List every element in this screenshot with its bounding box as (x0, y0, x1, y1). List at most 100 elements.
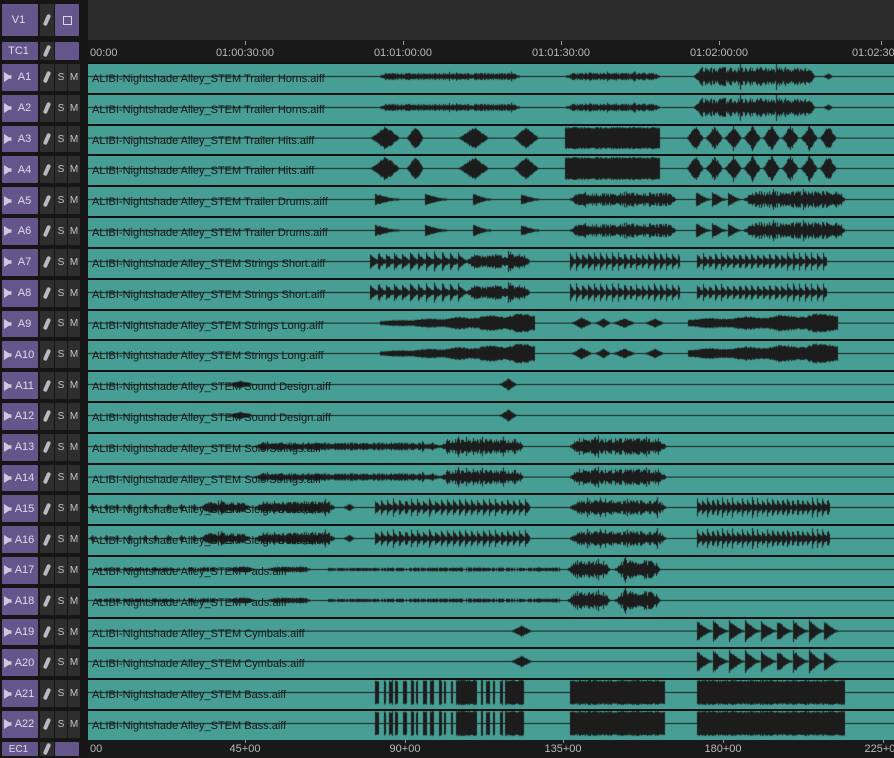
mute-button-a13[interactable]: M (68, 434, 80, 461)
pen-tool-cell-a16[interactable] (40, 526, 54, 553)
mute-button-a19[interactable]: M (68, 619, 80, 646)
pen-tool-cell-a6[interactable] (40, 218, 54, 245)
mute-button-a7[interactable]: M (68, 249, 80, 276)
pen-tool-cell-a13[interactable] (40, 434, 54, 461)
audio-clip-a4[interactable]: ALIBI-Nightshade Alley_STEM Trailer Hits… (88, 154, 894, 185)
solo-button-a21[interactable]: S (55, 680, 67, 707)
pen-tool-cell-a20[interactable] (40, 649, 54, 676)
pen-tool-cell-a8[interactable] (40, 280, 54, 307)
pen-tool-cell-tc1[interactable] (40, 42, 54, 60)
track-selector-a6[interactable]: A6 (2, 218, 38, 245)
audio-clip-a17[interactable]: ALIBI-Nightshade Alley_STEM Pads.aiff (88, 555, 894, 586)
audio-clip-a13[interactable]: ALIBI-Nightshade Alley_STEM Solo Strings… (88, 432, 894, 463)
pen-tool-cell-a21[interactable] (40, 680, 54, 707)
pen-tool-cell-a4[interactable] (40, 156, 54, 183)
audio-clip-a16[interactable]: ALIBI-Nightshade Alley_STEM Sleigh Bells… (88, 524, 894, 555)
video-track-lane-v1[interactable] (88, 0, 894, 40)
solo-button-a10[interactable]: S (55, 341, 67, 368)
mute-button-a1[interactable]: M (68, 64, 80, 91)
track-selector-a14[interactable]: A14 (2, 465, 38, 492)
mute-button-a6[interactable]: M (68, 218, 80, 245)
pen-tool-cell-a22[interactable] (40, 711, 54, 738)
mute-button-a22[interactable]: M (68, 711, 80, 738)
record-toggle-v1[interactable] (55, 4, 79, 36)
pen-tool-cell-a3[interactable] (40, 126, 54, 153)
edgecode-ruler[interactable]: 0045+0090+00135+00180+00225+00 (88, 740, 894, 758)
solo-button-a9[interactable]: S (55, 311, 67, 338)
solo-button-a11[interactable]: S (55, 372, 67, 399)
solo-button-a5[interactable]: S (55, 187, 67, 214)
audio-clip-a21[interactable]: ALIBI-Nightshade Alley_STEM Bass.aiff (88, 678, 894, 709)
solo-button-a1[interactable]: S (55, 64, 67, 91)
solo-button-a13[interactable]: S (55, 434, 67, 461)
audio-clip-a20[interactable]: ALIBI-Nightshade Alley_STEM Cymbals.aiff (88, 647, 894, 678)
audio-clip-a10[interactable]: ALIBI-Nightshade Alley_STEM Strings Long… (88, 339, 894, 370)
solo-button-a12[interactable]: S (55, 403, 67, 430)
audio-clip-a22[interactable]: ALIBI-Nightshade Alley_STEM Bass.aiff (88, 709, 894, 740)
audio-clip-a15[interactable]: ALIBI-Nightshade Alley_STEM Sleigh Bells… (88, 493, 894, 524)
mute-button-a18[interactable]: M (68, 588, 80, 615)
track-selector-a17[interactable]: A17 (2, 557, 38, 584)
solo-button-a2[interactable]: S (55, 95, 67, 122)
track-selector-a9[interactable]: A9 (2, 311, 38, 338)
mute-button-a17[interactable]: M (68, 557, 80, 584)
track-selector-a11[interactable]: A11 (2, 372, 38, 399)
solo-button-a6[interactable]: S (55, 218, 67, 245)
mute-button-a4[interactable]: M (68, 156, 80, 183)
track-selector-ec1[interactable]: EC1 (2, 742, 38, 756)
pen-tool-cell-v1[interactable] (40, 4, 54, 36)
audio-clip-a2[interactable]: ALIBI-Nightshade Alley_STEM Trailer Horn… (88, 93, 894, 124)
audio-clip-a7[interactable]: ALIBI-Nightshade Alley_STEM Strings Shor… (88, 247, 894, 278)
pen-tool-cell-a10[interactable] (40, 341, 54, 368)
pen-tool-cell-a1[interactable] (40, 64, 54, 91)
track-selector-v1[interactable]: V1 (2, 4, 38, 36)
solo-button-a18[interactable]: S (55, 588, 67, 615)
mute-button-a20[interactable]: M (68, 649, 80, 676)
audio-clip-a11[interactable]: ALIBI-Nightshade Alley_STEM Sound Design… (88, 370, 894, 401)
track-selector-a13[interactable]: A13 (2, 434, 38, 461)
pen-tool-cell-a5[interactable] (40, 187, 54, 214)
solo-button-a3[interactable]: S (55, 126, 67, 153)
pen-tool-cell-a12[interactable] (40, 403, 54, 430)
track-selector-a7[interactable]: A7 (2, 249, 38, 276)
pen-tool-cell-a2[interactable] (40, 95, 54, 122)
solo-button-a22[interactable]: S (55, 711, 67, 738)
audio-clip-a18[interactable]: ALIBI-Nightshade Alley_STEM Pads.aiff (88, 586, 894, 617)
audio-clip-a3[interactable]: ALIBI-Nightshade Alley_STEM Trailer Hits… (88, 124, 894, 155)
mute-button-a16[interactable]: M (68, 526, 80, 553)
audio-clip-a12[interactable]: ALIBI-Nightshade Alley_STEM Sound Design… (88, 401, 894, 432)
audio-clip-a9[interactable]: ALIBI-Nightshade Alley_STEM Strings Long… (88, 309, 894, 340)
track-selector-a20[interactable]: A20 (2, 649, 38, 676)
pen-tool-cell-a15[interactable] (40, 495, 54, 522)
solo-button-a14[interactable]: S (55, 465, 67, 492)
pen-tool-cell-a11[interactable] (40, 372, 54, 399)
audio-clip-a8[interactable]: ALIBI-Nightshade Alley_STEM Strings Shor… (88, 278, 894, 309)
audio-clip-a6[interactable]: ALIBI-Nightshade Alley_STEM Trailer Drum… (88, 216, 894, 247)
pen-tool-cell-a17[interactable] (40, 557, 54, 584)
audio-clip-a1[interactable]: ALIBI-Nightshade Alley_STEM Trailer Horn… (88, 62, 894, 93)
pen-tool-cell-a7[interactable] (40, 249, 54, 276)
mute-button-a5[interactable]: M (68, 187, 80, 214)
track-selector-a12[interactable]: A12 (2, 403, 38, 430)
track-selector-a2[interactable]: A2 (2, 95, 38, 122)
mute-button-a11[interactable]: M (68, 372, 80, 399)
mute-button-a2[interactable]: M (68, 95, 80, 122)
track-selector-a19[interactable]: A19 (2, 619, 38, 646)
mute-button-a21[interactable]: M (68, 680, 80, 707)
pen-tool-cell-ec1[interactable] (40, 742, 54, 756)
solo-button-a20[interactable]: S (55, 649, 67, 676)
track-selector-a1[interactable]: A1 (2, 64, 38, 91)
track-selector-a18[interactable]: A18 (2, 588, 38, 615)
solo-button-a19[interactable]: S (55, 619, 67, 646)
audio-clip-a14[interactable]: ALIBI-Nightshade Alley_STEM Solo Strings… (88, 463, 894, 494)
mute-button-a9[interactable]: M (68, 311, 80, 338)
solo-button-a8[interactable]: S (55, 280, 67, 307)
pen-tool-cell-a9[interactable] (40, 311, 54, 338)
solo-button-a4[interactable]: S (55, 156, 67, 183)
pen-tool-cell-a18[interactable] (40, 588, 54, 615)
track-selector-a3[interactable]: A3 (2, 126, 38, 153)
track-selector-a21[interactable]: A21 (2, 680, 38, 707)
solo-button-a16[interactable]: S (55, 526, 67, 553)
mute-button-a12[interactable]: M (68, 403, 80, 430)
pen-tool-cell-a19[interactable] (40, 619, 54, 646)
